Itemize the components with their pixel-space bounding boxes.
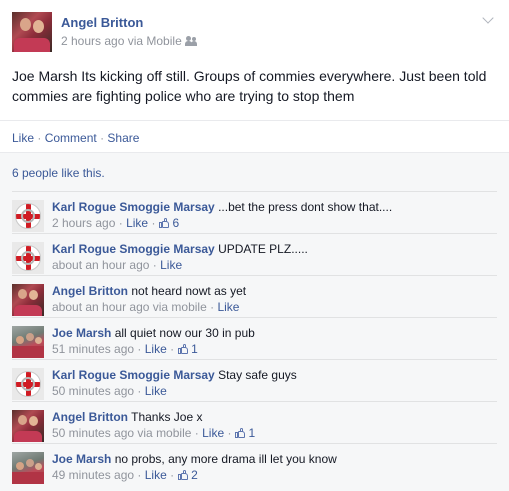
comment-body: Joe Marsh no probs, any more drama ill l… — [52, 451, 497, 483]
separator: · — [137, 342, 142, 356]
commenter-avatar[interactable] — [12, 410, 44, 442]
commenter-avatar[interactable] — [12, 200, 44, 232]
comment-like-count[interactable]: 2 — [191, 468, 198, 482]
post-text: Joe Marsh Its kicking off still. Groups … — [12, 68, 487, 104]
comment-text: Stay safe guys — [218, 368, 297, 382]
chevron-down-icon[interactable] — [481, 12, 495, 26]
separator: · — [152, 258, 157, 272]
comment-body: Joe Marsh all quiet now our 30 in pub 51 … — [52, 325, 497, 357]
comment-timestamp[interactable]: 2 hours ago — [52, 216, 115, 230]
post-author-name[interactable]: Angel Britton — [61, 15, 143, 30]
separator: · — [227, 426, 232, 440]
like-link[interactable]: Like — [12, 131, 34, 145]
comment-timestamp[interactable]: 50 minutes ago — [52, 384, 134, 398]
comment-text: no probs, any more drama ill let you kno… — [114, 452, 337, 466]
comment-meta: about an hour ago via mobile · Like — [52, 299, 497, 315]
comment-text: UPDATE PLZ..... — [218, 242, 308, 256]
comment-author[interactable]: Karl Rogue Smoggie Marsay — [52, 242, 215, 256]
comment-like-link[interactable]: Like — [126, 216, 148, 230]
comment-content: Angel Britton Thanks Joe x — [52, 409, 497, 425]
thumbs-up-icon[interactable] — [178, 344, 189, 354]
comment-row: Angel Britton Thanks Joe x 50 minutes ago… — [12, 401, 497, 442]
commenter-avatar[interactable] — [12, 368, 44, 400]
separator: · — [170, 342, 175, 356]
comment-row: Karl Rogue Smoggie Marsay UPDATE PLZ....… — [12, 233, 497, 274]
separator: · — [137, 384, 142, 398]
comment-meta: 51 minutes ago · Like · 1 — [52, 341, 497, 357]
comment-content: Angel Britton not heard nowt as yet — [52, 283, 497, 299]
comment-row: Joe Marsh all quiet now our 30 in pub 51 … — [12, 317, 497, 358]
comment-like-link[interactable]: Like — [145, 468, 167, 482]
separator: · — [100, 131, 105, 145]
comment-body: Karl Rogue Smoggie Marsay Stay safe guys… — [52, 367, 497, 399]
comment-content: Karl Rogue Smoggie Marsay Stay safe guys — [52, 367, 497, 383]
comment-timestamp[interactable]: 49 minutes ago — [52, 468, 134, 482]
separator: · — [210, 300, 215, 314]
comment-meta: 49 minutes ago · Like · 2 — [52, 467, 497, 483]
friends-icon[interactable] — [184, 36, 198, 46]
comment-like-count[interactable]: 1 — [248, 426, 255, 440]
comment-body: Angel Britton Thanks Joe x 50 minutes ago… — [52, 409, 497, 441]
comment-meta: 2 hours ago · Like · 6 — [52, 215, 497, 231]
comment-author[interactable]: Angel Britton — [52, 410, 128, 424]
comment-row: Karl Rogue Smoggie Marsay Stay safe guys… — [12, 359, 497, 400]
comment-timestamp[interactable]: about an hour ago via mobile — [52, 300, 207, 314]
comment-meta: about an hour ago · Like — [52, 257, 497, 273]
comment-link[interactable]: Comment — [45, 131, 97, 145]
comment-like-link[interactable]: Like — [202, 426, 224, 440]
separator: · — [137, 468, 142, 482]
comment-text: all quiet now our 30 in pub — [114, 326, 255, 340]
share-link[interactable]: Share — [107, 131, 139, 145]
comment-timestamp[interactable]: 50 minutes ago via mobile — [52, 426, 191, 440]
comment-like-link[interactable]: Like — [145, 384, 167, 398]
post-actions: Like · Comment · Share — [12, 131, 139, 145]
comment-row: Joe Marsh no probs, any more drama ill l… — [12, 443, 497, 484]
comment-author[interactable]: Joe Marsh — [52, 326, 111, 340]
comment-like-link[interactable]: Like — [217, 300, 239, 314]
comment-author[interactable]: Karl Rogue Smoggie Marsay — [52, 368, 215, 382]
comment-timestamp[interactable]: 51 minutes ago — [52, 342, 134, 356]
divider — [0, 120, 509, 121]
post-header: Angel Britton 2 hours ago via Mobile — [12, 12, 497, 52]
post-meta: 2 hours ago via Mobile — [61, 34, 198, 48]
comment-body: Angel Britton not heard nowt as yet about… — [52, 283, 497, 315]
comment-body: Karl Rogue Smoggie Marsay ...bet the pre… — [52, 199, 497, 231]
comment-content: Karl Rogue Smoggie Marsay ...bet the pre… — [52, 199, 497, 215]
likes-summary[interactable]: 6 people like this. — [12, 166, 105, 180]
commenter-avatar[interactable] — [12, 242, 44, 274]
comments-panel: 6 people like this. Karl Rogue Smoggie M… — [0, 152, 509, 491]
comment-row: Karl Rogue Smoggie Marsay ...bet the pre… — [12, 191, 497, 232]
comment-like-count[interactable]: 6 — [172, 216, 179, 230]
separator: · — [194, 426, 199, 440]
comment-row: Angel Britton not heard nowt as yet about… — [12, 275, 497, 316]
comment-like-link[interactable]: Like — [145, 342, 167, 356]
comment-timestamp[interactable]: about an hour ago — [52, 258, 149, 272]
comment-author[interactable]: Joe Marsh — [52, 452, 111, 466]
separator: · — [37, 131, 42, 145]
comment-author[interactable]: Angel Britton — [52, 284, 128, 298]
comment-content: Joe Marsh all quiet now our 30 in pub — [52, 325, 497, 341]
thumbs-up-icon[interactable] — [159, 218, 170, 228]
comment-like-link[interactable]: Like — [160, 258, 182, 272]
commenter-avatar[interactable] — [12, 284, 44, 316]
post-timestamp[interactable]: 2 hours ago via Mobile — [61, 34, 182, 48]
comment-body: Karl Rogue Smoggie Marsay UPDATE PLZ....… — [52, 241, 497, 273]
commenter-avatar[interactable] — [12, 452, 44, 484]
comment-content: Karl Rogue Smoggie Marsay UPDATE PLZ....… — [52, 241, 497, 257]
thumbs-up-icon[interactable] — [178, 470, 189, 480]
separator: · — [118, 216, 123, 230]
comment-meta: 50 minutes ago via mobile · Like · 1 — [52, 425, 497, 441]
separator: · — [151, 216, 156, 230]
comment-like-count[interactable]: 1 — [191, 342, 198, 356]
comment-content: Joe Marsh no probs, any more drama ill l… — [52, 451, 497, 467]
comment-text: not heard nowt as yet — [131, 284, 247, 298]
author-avatar[interactable] — [12, 12, 52, 52]
comment-meta: 50 minutes ago · Like — [52, 383, 497, 399]
comment-text: Thanks Joe x — [131, 410, 203, 424]
comment-author[interactable]: Karl Rogue Smoggie Marsay — [52, 200, 215, 214]
comment-text: ...bet the press dont show that.... — [218, 200, 393, 214]
commenter-avatar[interactable] — [12, 326, 44, 358]
thumbs-up-icon[interactable] — [235, 428, 246, 438]
separator: · — [170, 468, 175, 482]
